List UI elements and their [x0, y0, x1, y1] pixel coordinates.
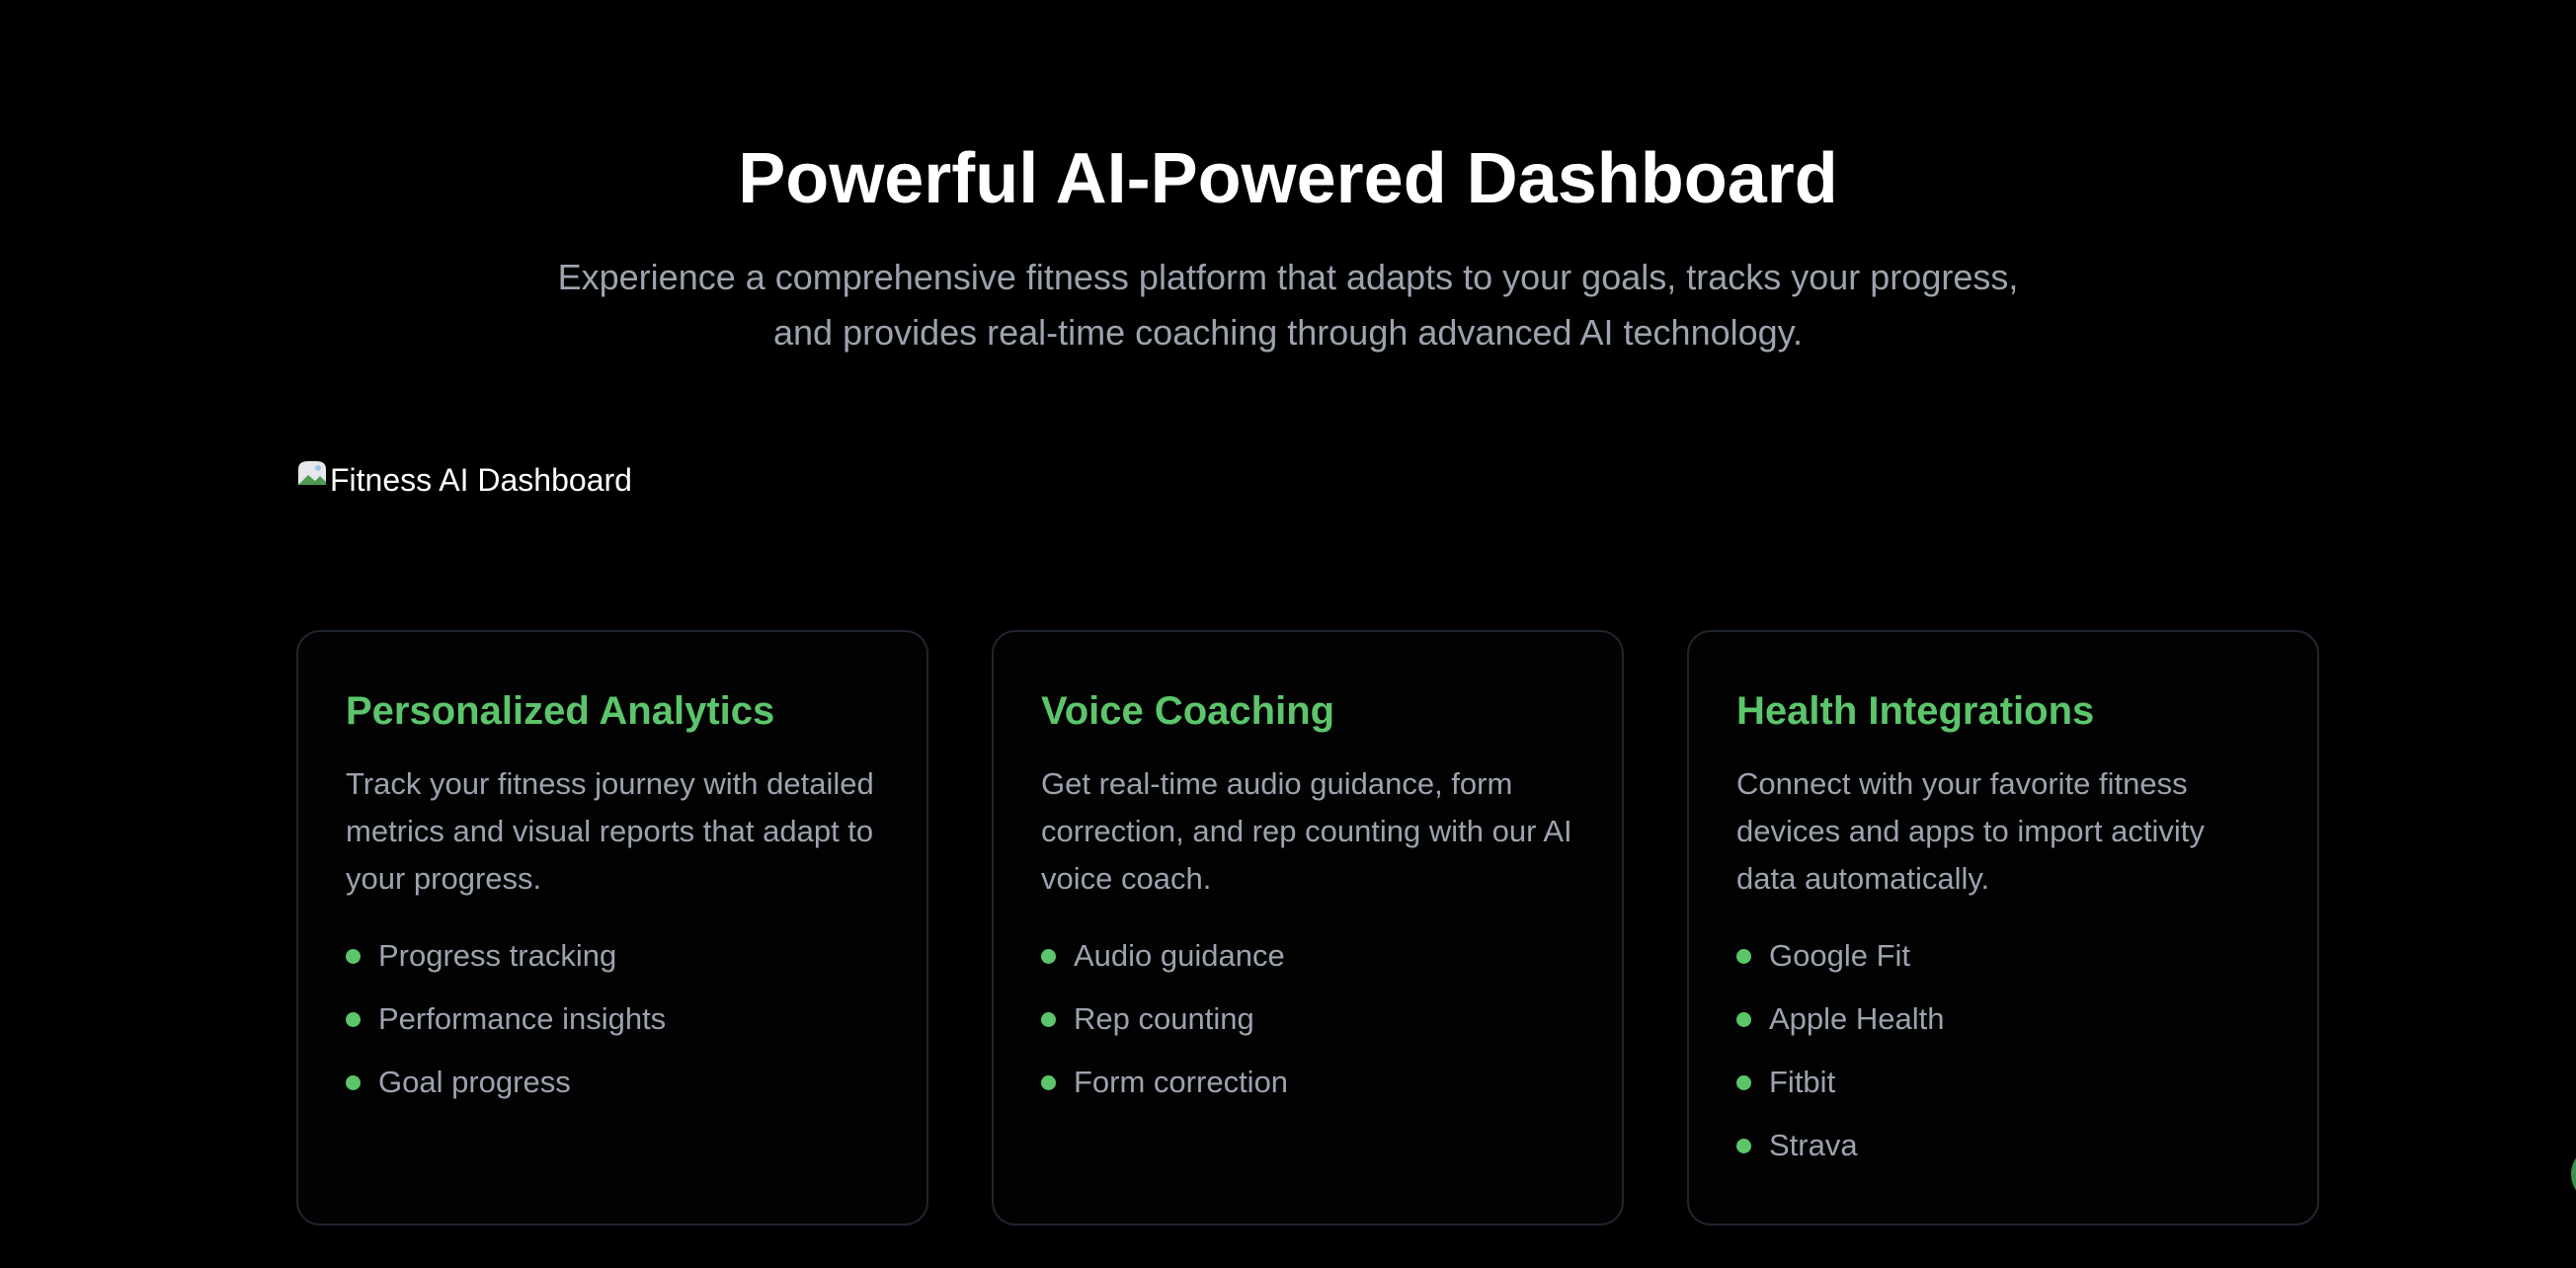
feature-item: Fitbit — [1736, 1051, 2270, 1114]
bullet-dot-icon — [1041, 1011, 1056, 1027]
feature-item: Apple Health — [1736, 988, 2270, 1051]
card-description: Get real-time audio guidance, form corre… — [1041, 766, 1572, 896]
feature-list: Google Fit Apple Health Fitbit Strava — [1736, 924, 2270, 1177]
feature-item: Performance insights — [346, 988, 879, 1051]
feature-item: Form correction — [1041, 1051, 1574, 1114]
feature-label: Apple Health — [1769, 1001, 1945, 1036]
bullet-dot-icon — [1041, 948, 1056, 964]
bullet-dot-icon — [346, 1011, 361, 1027]
dashboard-image: Fitness AI Dashboard — [296, 458, 632, 502]
dashboard-image-alt-text: Fitness AI Dashboard — [330, 461, 632, 498]
feature-label: Form correction — [1074, 1065, 1289, 1099]
broken-image-icon — [296, 459, 330, 489]
card-health-integrations: Health Integrations Connect with your fa… — [1687, 630, 2319, 1226]
feature-label: Audio guidance — [1074, 938, 1285, 973]
bullet-dot-icon — [1736, 1074, 1751, 1090]
feature-label: Performance insights — [378, 1001, 667, 1036]
feature-list: Audio guidance Rep counting Form correct… — [1041, 924, 1574, 1114]
feature-cards: Personalized Analytics Track your fitnes… — [296, 630, 2319, 1226]
subtitle-line-2: and provides real-time coaching through … — [773, 312, 1803, 353]
floating-action-button[interactable] — [2571, 1146, 2576, 1203]
feature-label: Rep counting — [1074, 1001, 1254, 1036]
bullet-dot-icon — [1736, 948, 1751, 964]
feature-item: Rep counting — [1041, 988, 1574, 1051]
feature-item: Strava — [1736, 1114, 2270, 1177]
feature-label: Goal progress — [378, 1065, 571, 1099]
bullet-dot-icon — [346, 948, 361, 964]
card-description: Track your fitness journey with detailed… — [346, 766, 874, 896]
bullet-dot-icon — [346, 1074, 361, 1090]
feature-label: Progress tracking — [378, 938, 617, 973]
section-subtitle: Experience a comprehensive fitness platf… — [0, 250, 2576, 360]
section-title: Powerful AI-Powered Dashboard — [738, 139, 1838, 218]
feature-label: Google Fit — [1769, 938, 1911, 973]
card-title: Health Integrations — [1736, 689, 2095, 733]
feature-item: Progress tracking — [346, 924, 879, 988]
subtitle-line-1: Experience a comprehensive fitness platf… — [557, 257, 2019, 297]
feature-item: Audio guidance — [1041, 924, 1574, 988]
card-title: Personalized Analytics — [346, 689, 775, 733]
feature-item: Google Fit — [1736, 924, 2270, 988]
bullet-dot-icon — [1041, 1074, 1056, 1090]
dashboard-section: Powerful AI-Powered Dashboard Experience… — [0, 0, 2576, 1268]
card-personalized-analytics: Personalized Analytics Track your fitnes… — [296, 630, 928, 1226]
feature-label: Fitbit — [1769, 1065, 1836, 1099]
feature-list: Progress tracking Performance insights G… — [346, 924, 879, 1114]
card-description: Connect with your favorite fitness devic… — [1736, 766, 2205, 896]
card-voice-coaching: Voice Coaching Get real-time audio guida… — [992, 630, 1624, 1226]
bullet-dot-icon — [1736, 1011, 1751, 1027]
feature-label: Strava — [1769, 1128, 1858, 1162]
feature-item: Goal progress — [346, 1051, 879, 1114]
bullet-dot-icon — [1736, 1138, 1751, 1153]
card-title: Voice Coaching — [1041, 689, 1335, 733]
